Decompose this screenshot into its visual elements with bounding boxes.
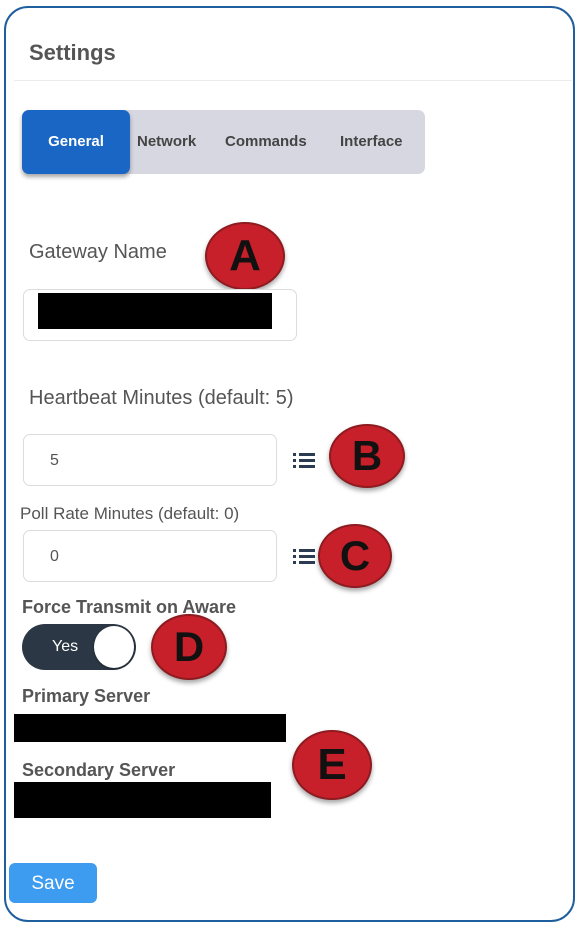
heartbeat-list-icon[interactable] bbox=[293, 452, 315, 468]
panel-title: Settings bbox=[29, 40, 116, 65]
callout-e: E bbox=[292, 730, 372, 800]
toggle-label: Yes bbox=[52, 638, 79, 655]
poll-rate-label: Poll Rate Minutes (default: 0) bbox=[20, 504, 240, 523]
redacted-primary-server bbox=[14, 714, 286, 742]
poll-rate-list-icon[interactable] bbox=[293, 548, 315, 564]
save-button[interactable]: Save bbox=[9, 863, 97, 903]
heartbeat-input[interactable]: 5 bbox=[23, 434, 277, 486]
poll-rate-input[interactable]: 0 bbox=[23, 530, 277, 582]
heartbeat-label: Heartbeat Minutes (default: 5) bbox=[29, 387, 294, 409]
tab-general[interactable]: General bbox=[22, 110, 130, 174]
tab-commands[interactable]: Commands bbox=[225, 110, 307, 174]
force-transmit-label: Force Transmit on Aware bbox=[22, 597, 237, 617]
force-transmit-toggle[interactable]: Yes bbox=[22, 624, 136, 670]
callout-c: C bbox=[318, 524, 392, 588]
callout-d: D bbox=[151, 614, 227, 680]
callout-a: A bbox=[205, 222, 285, 290]
toggle-knob bbox=[94, 626, 134, 668]
title-divider bbox=[14, 80, 572, 81]
settings-tabs: General Network Commands Interface bbox=[22, 110, 425, 174]
primary-server-label: Primary Server bbox=[22, 686, 151, 706]
gateway-name-label: Gateway Name bbox=[29, 241, 167, 263]
tab-network[interactable]: Network bbox=[137, 110, 196, 174]
tab-interface[interactable]: Interface bbox=[340, 110, 403, 174]
redacted-secondary-server bbox=[14, 782, 271, 818]
callout-b: B bbox=[329, 424, 405, 488]
secondary-server-label: Secondary Server bbox=[22, 760, 176, 780]
redacted-gateway-name bbox=[38, 293, 272, 329]
